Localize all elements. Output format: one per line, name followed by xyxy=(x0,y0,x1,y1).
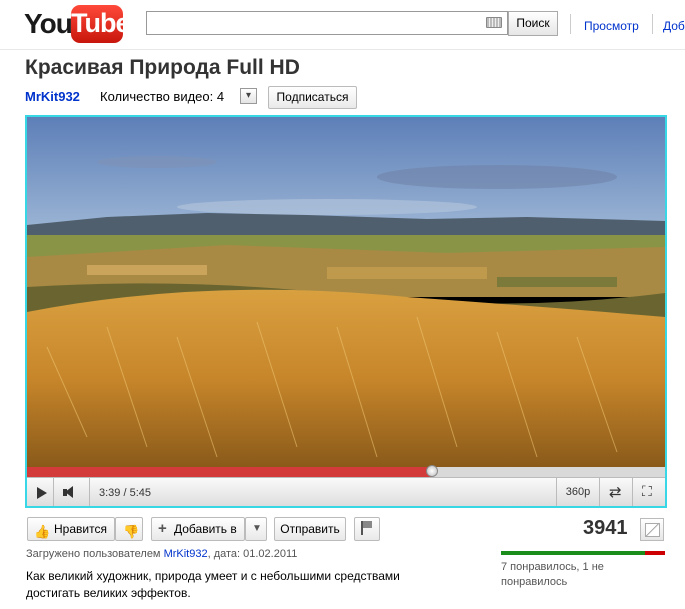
video-count-label: Количество видео: 4 xyxy=(100,89,225,104)
like-label: Нравится xyxy=(54,522,107,536)
progress-bar[interactable] xyxy=(27,465,665,477)
uploader-link[interactable]: MrKit932 xyxy=(164,548,208,560)
share-button[interactable]: Отправить xyxy=(274,517,346,541)
add-to-button[interactable]: + Добавить в xyxy=(151,517,245,541)
progress-scrubber[interactable] xyxy=(426,465,439,477)
rating-bar xyxy=(501,551,665,555)
nav-divider xyxy=(570,14,571,34)
video-title: Красивая Природа Full HD xyxy=(25,56,300,79)
progress-played xyxy=(27,467,433,477)
nav-divider xyxy=(652,14,653,34)
fullscreen-icon[interactable] xyxy=(633,478,665,506)
expand-videos-icon[interactable]: ▾ xyxy=(240,88,257,104)
upload-prefix: Загружено пользователем xyxy=(26,548,161,560)
view-count: 3941 xyxy=(583,517,628,539)
search-input[interactable] xyxy=(146,11,508,35)
flag-icon xyxy=(361,521,373,535)
nav-upload-link[interactable]: Доб xyxy=(663,19,685,33)
player-controls: 3:39 / 5:45 360p xyxy=(27,477,665,506)
header-divider xyxy=(0,49,685,50)
video-frame[interactable] xyxy=(27,117,665,467)
add-to-label: Добавить в xyxy=(174,522,237,536)
logo-tube-text: Tube xyxy=(71,5,131,43)
expand-player-icon[interactable] xyxy=(600,478,633,506)
time-display: 3:39 / 5:45 xyxy=(99,487,151,499)
dislike-button[interactable]: 👎 xyxy=(115,517,143,541)
search-button[interactable]: Поиск xyxy=(508,11,558,36)
channel-link[interactable]: MrKit932 xyxy=(25,89,80,104)
thumbs-up-icon: 👍 xyxy=(34,524,51,539)
video-player[interactable]: 3:39 / 5:45 360p xyxy=(25,115,667,508)
thumbs-down-icon: 👎 xyxy=(123,524,140,539)
video-description: Как великий художник, природа умеет и с … xyxy=(26,569,400,600)
rating-likes-fill xyxy=(501,551,645,555)
landscape-thumbnail xyxy=(27,117,665,467)
chevron-down-icon: ▼ xyxy=(252,523,262,534)
upload-info: Загружено пользователем MrKit932, дата: … xyxy=(26,548,297,560)
rating-text: 7 понравилось, 1 не понравилось xyxy=(501,561,604,588)
subscribe-button[interactable]: Подписаться xyxy=(268,86,357,109)
add-to-dropdown[interactable]: ▼ xyxy=(245,517,267,541)
youtube-logo[interactable]: You Tube xyxy=(24,3,131,45)
nav-browse-link[interactable]: Просмотр xyxy=(584,19,639,33)
plus-icon: + xyxy=(158,520,167,537)
upload-date: , дата: 01.02.2011 xyxy=(207,548,298,560)
flag-button[interactable] xyxy=(354,517,380,541)
play-icon[interactable] xyxy=(27,478,54,506)
stats-icon[interactable] xyxy=(640,518,664,541)
keyboard-icon[interactable] xyxy=(486,17,502,28)
volume-icon[interactable] xyxy=(54,478,90,506)
logo-you-text: You xyxy=(24,8,73,39)
like-button[interactable]: 👍 Нравится xyxy=(27,517,115,541)
quality-button[interactable]: 360p xyxy=(556,478,600,506)
